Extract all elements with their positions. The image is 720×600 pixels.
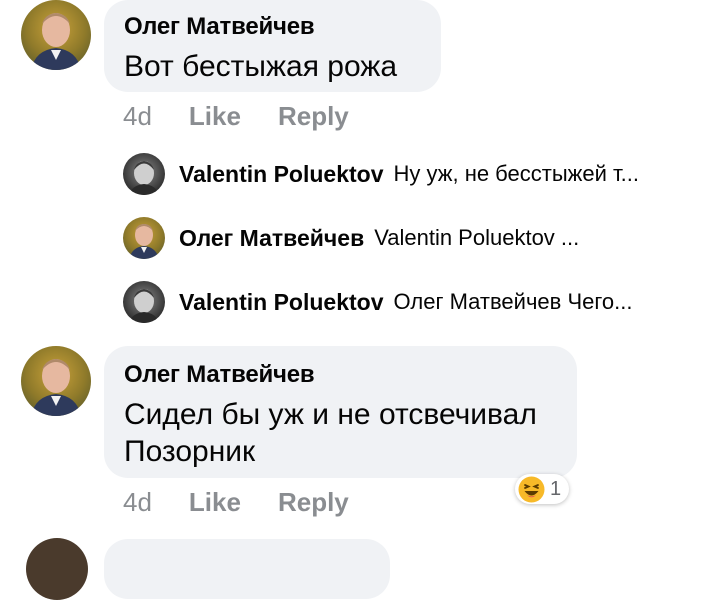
reaction-summary[interactable]: 1 (515, 474, 570, 504)
haha-emoji-icon (518, 476, 545, 502)
reply-button[interactable]: Reply (278, 101, 349, 132)
comment-bubble: Олег Матвейчев Вот бестыжая рожа (104, 0, 441, 92)
like-button[interactable]: Like (189, 101, 241, 132)
avatar[interactable] (123, 281, 165, 323)
reply-item[interactable]: Valentin Poluektov Ну уж, не бесстыжей т… (123, 153, 639, 195)
avatar[interactable] (123, 153, 165, 195)
reply-button[interactable]: Reply (278, 487, 349, 518)
comment-actions: 4d Like Reply (123, 100, 349, 132)
comment-text-line: Позорник (124, 435, 256, 468)
avatar[interactable] (21, 0, 91, 70)
comment-text: Вот бестыжая рожа (124, 50, 398, 83)
comment-author[interactable]: Олег Матвейчев (124, 361, 315, 389)
comment-actions: 4d Like Reply (123, 486, 349, 518)
reaction-count: 1 (550, 477, 562, 500)
comment-timestamp[interactable]: 4d (123, 487, 152, 518)
reply-item[interactable]: Олег Матвейчев Valentin Poluektov ... (123, 217, 579, 259)
reply-author[interactable]: Олег Матвейчев (179, 225, 364, 252)
comment-author[interactable]: Олег Матвейчев (124, 13, 315, 41)
reply-snippet[interactable]: Олег Матвейчев Чего... (394, 289, 633, 315)
reply-item[interactable]: Valentin Poluektov Олег Матвейчев Чего..… (123, 281, 632, 323)
comment-bubble (104, 539, 390, 599)
reply-snippet[interactable]: Ну уж, не бесстыжей т... (394, 161, 640, 187)
avatar[interactable] (21, 346, 91, 416)
comment-bubble: Олег Матвейчев Сидел бы уж и не отсвечив… (104, 346, 577, 478)
avatar[interactable] (26, 538, 88, 600)
comment-text-line: Сидел бы уж и не отсвечивал (124, 398, 537, 431)
reply-author[interactable]: Valentin Poluektov (179, 289, 384, 316)
reply-author[interactable]: Valentin Poluektov (179, 161, 384, 188)
like-button[interactable]: Like (189, 487, 241, 518)
reply-snippet[interactable]: Valentin Poluektov ... (374, 225, 579, 251)
comment-timestamp[interactable]: 4d (123, 101, 152, 132)
avatar[interactable] (123, 217, 165, 259)
